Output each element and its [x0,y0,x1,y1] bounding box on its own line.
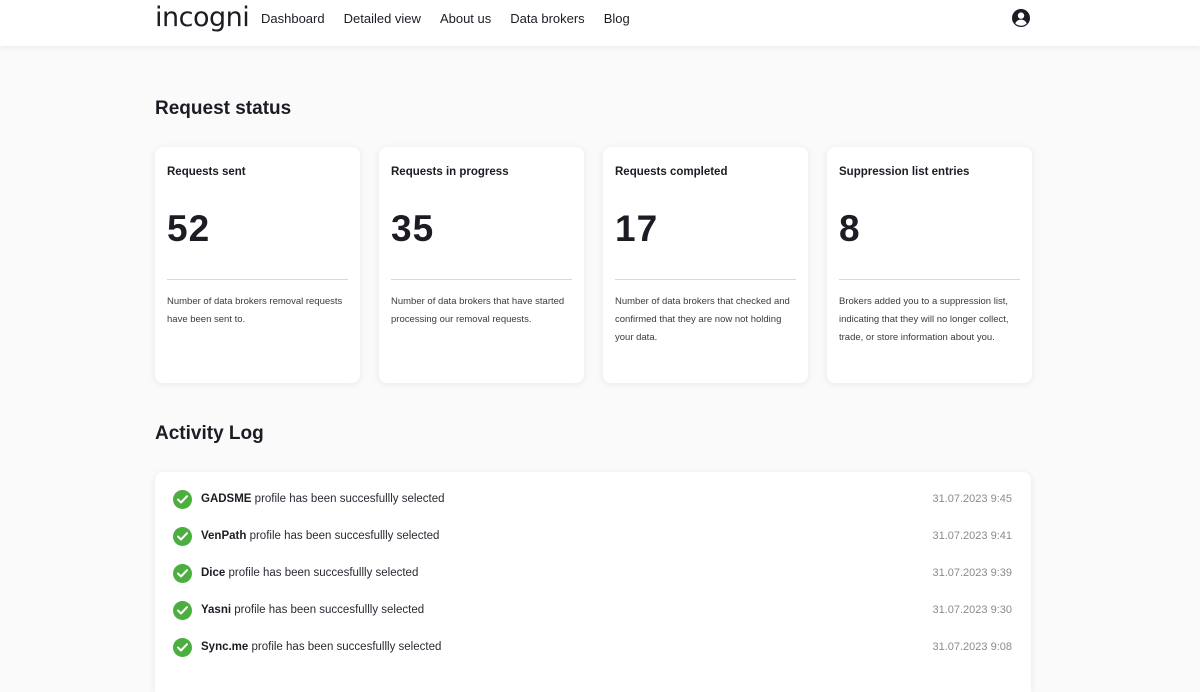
request-status-title: Request status [155,98,292,119]
nav-detailed-view[interactable]: Detailed view [344,11,421,27]
log-message-text: profile has been succesfullly selected [225,567,419,579]
log-message: Yasni profile has been succesfullly sele… [201,604,424,616]
card-divider [615,279,796,280]
card-description: Brokers added you to a suppression list,… [839,296,1009,343]
broker-name[interactable]: GADSME [201,493,251,505]
broker-name[interactable]: Yasni [201,604,231,616]
log-timestamp: 31.07.2023 9:39 [932,567,1012,579]
card-requests-completed: Requests completed 17 Number of data bro… [603,147,808,383]
log-timestamp: 31.07.2023 9:08 [932,641,1012,653]
card-divider [167,279,348,280]
logo-text: incogni [155,2,250,33]
user-circle-icon[interactable] [1011,8,1031,28]
nav-dashboard[interactable]: Dashboard [261,11,325,27]
log-timestamp: 31.07.2023 9:41 [932,530,1012,542]
activity-log-title: Activity Log [155,423,264,444]
nav-blog[interactable]: Blog [604,11,630,27]
log-message-text: profile has been succesfullly selected [246,530,440,542]
incogni-logo[interactable]: incogni [155,1,250,35]
check-circle-icon [173,527,192,546]
card-description: Number of data brokers that checked and … [615,296,790,343]
card-title: Requests sent [167,166,246,178]
check-circle-icon [173,564,192,583]
nav-about-us[interactable]: About us [440,11,491,27]
card-title: Requests in progress [391,166,509,178]
top-header: incogni Dashboard Detailed view About us… [0,0,1200,46]
log-message: Sync.me profile has been succesfullly se… [201,641,441,653]
broker-name[interactable]: VenPath [201,530,246,542]
log-timestamp: 31.07.2023 9:45 [932,493,1012,505]
check-circle-icon [173,601,192,620]
card-value: 52 [167,208,211,249]
broker-name[interactable]: Sync.me [201,641,248,653]
check-circle-icon [173,490,192,509]
card-divider [391,279,572,280]
log-entry: VenPath profile has been succesfullly se… [155,523,1031,553]
status-cards: Requests sent 52 Number of data brokers … [155,147,1032,383]
card-value: 8 [839,208,861,249]
card-divider [839,279,1020,280]
log-entry: GADSME profile has been succesfullly sel… [155,486,1031,516]
check-circle-icon [173,638,192,657]
log-message: VenPath profile has been succesfullly se… [201,530,439,542]
log-message: GADSME profile has been succesfullly sel… [201,493,445,505]
nav-data-brokers[interactable]: Data brokers [510,11,584,27]
log-message: Dice profile has been succesfullly selec… [201,567,418,579]
log-entry: Dice profile has been succesfullly selec… [155,560,1031,590]
log-timestamp: 31.07.2023 9:30 [932,604,1012,616]
activity-log-list: GADSME profile has been succesfullly sel… [155,472,1031,692]
log-message-text: profile has been succesfullly selected [231,604,425,616]
card-description: Number of data brokers removal requests … [167,296,343,325]
main-nav: Dashboard Detailed view About us Data br… [261,11,649,27]
card-description: Number of data brokers that have started… [391,296,565,325]
broker-name[interactable]: Dice [201,567,225,579]
log-message-text: profile has been succesfullly selected [251,493,445,505]
card-title: Suppression list entries [839,166,970,178]
log-message-text: profile has been succesfullly selected [248,641,442,653]
card-requests-in-progress: Requests in progress 35 Number of data b… [379,147,584,383]
card-requests-sent: Requests sent 52 Number of data brokers … [155,147,360,383]
card-suppression-list-entries: Suppression list entries 8 Brokers added… [827,147,1032,383]
card-value: 35 [391,208,435,249]
card-title: Requests completed [615,166,728,178]
log-entry: Yasni profile has been succesfullly sele… [155,597,1031,627]
log-entry: Sync.me profile has been succesfullly se… [155,634,1031,664]
card-value: 17 [615,208,659,249]
